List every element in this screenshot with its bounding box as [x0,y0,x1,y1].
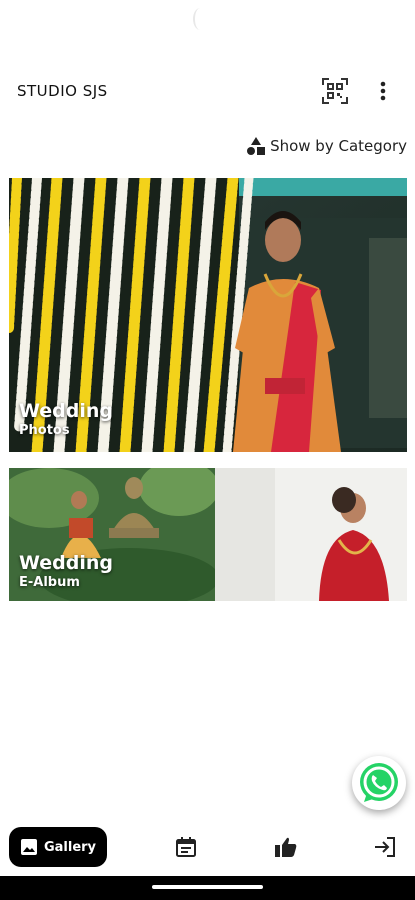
bottom-navigation: Gallery [0,820,415,875]
logout-icon [375,837,395,857]
card-subtitle: Photos [19,423,70,438]
more-vert-icon [380,81,386,101]
calendar-icon [176,837,196,857]
wedding-ealbum-caption: Wedding E-Album [19,552,113,591]
wedding-ealbum-card[interactable]: Wedding E-Album [9,468,407,601]
nav-likes-button[interactable] [271,832,301,862]
whatsapp-button[interactable] [352,756,406,810]
category-shapes-icon [247,137,266,155]
app-bar: STUDIO SJS [0,70,415,110]
nav-gallery-label: Gallery [43,839,97,855]
card-title: Wedding [19,552,114,574]
card-title: Wedding [19,400,114,422]
qr-scan-icon [322,78,348,104]
wedding-photos-caption: Wedding Photos [19,400,113,439]
card-subtitle: E-Album [19,575,80,590]
thumbs-up-icon [275,837,297,857]
nav-gallery-button[interactable]: Gallery [9,827,107,867]
whatsapp-icon [360,763,398,802]
status-bar [0,0,415,40]
home-indicator[interactable] [152,885,263,889]
wedding-photos-card[interactable]: Wedding Photos [9,178,407,452]
qr-scan-button[interactable] [318,74,352,108]
app-title: STUDIO SJS [17,82,108,100]
nav-logout-button[interactable] [370,832,400,862]
show-by-category-button[interactable]: Show by Category [246,136,407,156]
nav-calendar-button[interactable] [171,832,201,862]
more-options-button[interactable] [368,74,398,108]
system-navigation-bar [0,876,415,900]
gallery-icon [20,839,37,855]
camera-cutout [193,8,207,30]
show-by-category-label: Show by Category [270,137,407,155]
